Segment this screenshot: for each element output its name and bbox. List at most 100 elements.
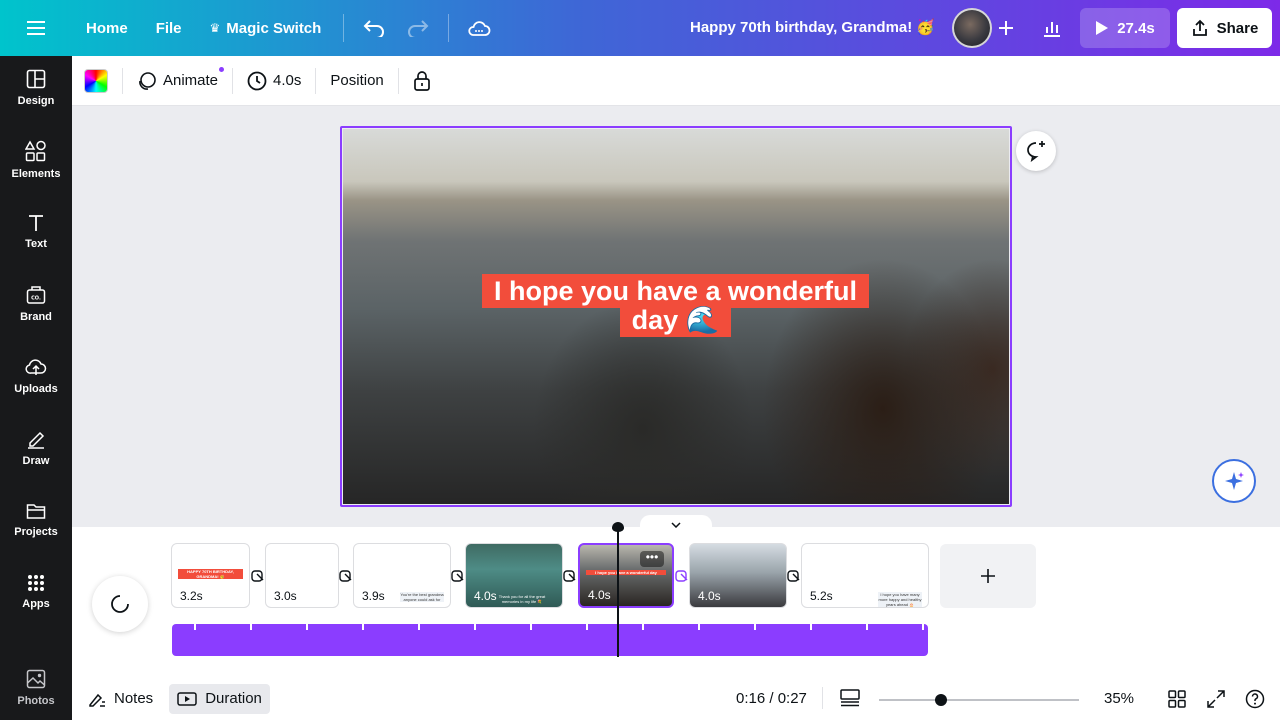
transition-icon[interactable] (675, 569, 689, 583)
timing-button[interactable]: 4.0s (243, 63, 305, 99)
sidebar-item-label: Elements (11, 168, 61, 180)
home-button[interactable]: Home (72, 10, 142, 46)
share-icon (1192, 19, 1207, 36)
video-icon (177, 691, 197, 706)
sidebar-item-elements[interactable]: Elements (0, 128, 72, 192)
audio-beat-marker (250, 624, 252, 630)
timeline-clip[interactable]: You're the best grandma anyone could ask… (353, 543, 451, 608)
divider (232, 67, 234, 94)
clip-thumbnail-text: You're the best grandma anyone could ask… (400, 592, 444, 602)
sidebar-item-brand[interactable]: CO. Brand (0, 272, 72, 336)
lock-icon[interactable] (409, 63, 435, 99)
design-title[interactable]: Happy 70th birthday, Grandma! 🥳 (690, 18, 935, 36)
clip-thumbnail-text: Thank you for all the great memories in … (498, 594, 546, 604)
more-options-icon[interactable]: ••• (640, 551, 664, 567)
projects-icon (26, 504, 46, 519)
clip-duration: 4.0s (698, 589, 721, 603)
photos-icon (26, 669, 46, 689)
file-menu-button[interactable]: File (142, 10, 196, 46)
divider (343, 14, 345, 42)
duration-label: Duration (205, 690, 262, 707)
share-button[interactable]: Share (1177, 8, 1272, 48)
sidebar-item-label: Photos (17, 695, 55, 707)
add-page-button[interactable] (940, 544, 1036, 608)
sidebar-item-apps[interactable]: Apps (0, 560, 72, 624)
timeline-clip[interactable]: Thank you for all the great memories in … (465, 543, 563, 608)
play-icon (1096, 21, 1109, 35)
audio-track[interactable] (172, 624, 928, 656)
sidebar-item-uploads[interactable]: Uploads (0, 344, 72, 408)
animate-button[interactable]: Animate (133, 63, 225, 99)
zoom-level[interactable]: 35% (1104, 690, 1134, 707)
timeline-clip[interactable]: 3.0s (265, 543, 339, 608)
timeline-clip[interactable]: I hope you have many more happy and heal… (801, 543, 929, 608)
zoom-slider[interactable] (879, 694, 1079, 706)
caption-text-box[interactable]: I hope you have a wonderful day 🌊 (473, 274, 878, 337)
magic-switch-button[interactable]: ♛ Magic Switch (196, 10, 336, 46)
help-icon[interactable] (1245, 689, 1265, 714)
timeline-clip[interactable]: HAPPY 70TH BIRTHDAY, GRANDMA! 🥳 3.2s (171, 543, 250, 608)
notes-button[interactable]: Notes (80, 684, 161, 714)
sidebar-item-label: Uploads (14, 383, 58, 395)
new-indicator-dot (219, 66, 225, 72)
audio-beat-marker (754, 624, 756, 630)
menu-icon[interactable] (0, 0, 72, 56)
magic-assistant-icon[interactable] (1212, 459, 1256, 503)
timing-label: 4.0s (273, 72, 302, 89)
clip-thumbnail-text: HAPPY 70TH BIRTHDAY, GRANDMA! 🥳 (178, 569, 243, 579)
sidebar-item-label: Projects (14, 526, 58, 538)
audio-beat-marker (810, 624, 812, 630)
add-comment-icon[interactable] (1016, 131, 1056, 171)
clip-duration: 4.0s (588, 588, 611, 602)
cloud-save-icon[interactable] (457, 10, 501, 46)
sidebar-item-label: Draw (22, 455, 50, 467)
audio-beat-marker (306, 624, 308, 630)
audio-beat-marker (418, 624, 420, 630)
transition-icon[interactable] (451, 569, 465, 583)
transition-icon[interactable] (251, 569, 265, 583)
divider (448, 14, 450, 42)
position-button[interactable]: Position (326, 63, 387, 99)
duration-button[interactable]: Duration (169, 683, 270, 714)
layout-view-icon[interactable] (840, 689, 860, 712)
audio-beat-marker (922, 624, 924, 630)
sidebar-item-label: Apps (22, 598, 50, 610)
play-button[interactable]: 27.4s (1080, 8, 1170, 48)
divider (315, 67, 317, 94)
sidebar-item-text[interactable]: Text (0, 200, 72, 264)
insights-icon[interactable] (1032, 8, 1072, 48)
audio-beat-marker (530, 624, 532, 630)
timeline-clip[interactable]: I hope you have a wonderful day 4.0s ••• (578, 543, 674, 608)
animate-icon (139, 71, 156, 90)
footer-bar: Notes Duration 0:16 / 0:27 35% (72, 677, 1280, 720)
clip-duration: 4.0s (474, 589, 497, 603)
clock-icon (247, 71, 267, 90)
color-picker-button[interactable] (84, 68, 108, 93)
zoom-slider-handle[interactable] (935, 694, 947, 706)
transition-icon[interactable] (787, 569, 801, 583)
plus-icon (981, 569, 995, 583)
clip-thumbnail-text: I hope you have many more happy and heal… (878, 592, 922, 607)
sidebar-item-projects[interactable]: Projects (0, 488, 72, 552)
undo-icon[interactable] (352, 10, 396, 46)
playhead[interactable] (617, 527, 620, 657)
fullscreen-icon[interactable] (1207, 690, 1225, 713)
add-collaborator-icon[interactable] (992, 14, 1020, 42)
sidebar-item-photos[interactable]: Photos (0, 656, 72, 720)
avatar[interactable] (952, 8, 992, 48)
transition-icon[interactable] (563, 569, 577, 583)
transition-icon[interactable] (339, 569, 353, 583)
redo-icon[interactable] (396, 10, 440, 46)
notes-icon (89, 693, 105, 707)
timeline-clip[interactable]: 4.0s (689, 543, 787, 608)
divider (122, 67, 123, 94)
grid-view-icon[interactable] (1168, 690, 1186, 713)
clip-duration: 3.9s (362, 589, 385, 603)
apps-icon (28, 575, 44, 591)
collapse-timeline-icon[interactable] (640, 515, 712, 535)
element-toolbar: Animate 4.0s Position (72, 56, 1280, 106)
playhead-handle[interactable] (612, 522, 625, 532)
sidebar-item-design[interactable]: Design (0, 56, 72, 120)
sidebar-item-draw[interactable]: Draw (0, 416, 72, 480)
text-icon (29, 215, 43, 231)
